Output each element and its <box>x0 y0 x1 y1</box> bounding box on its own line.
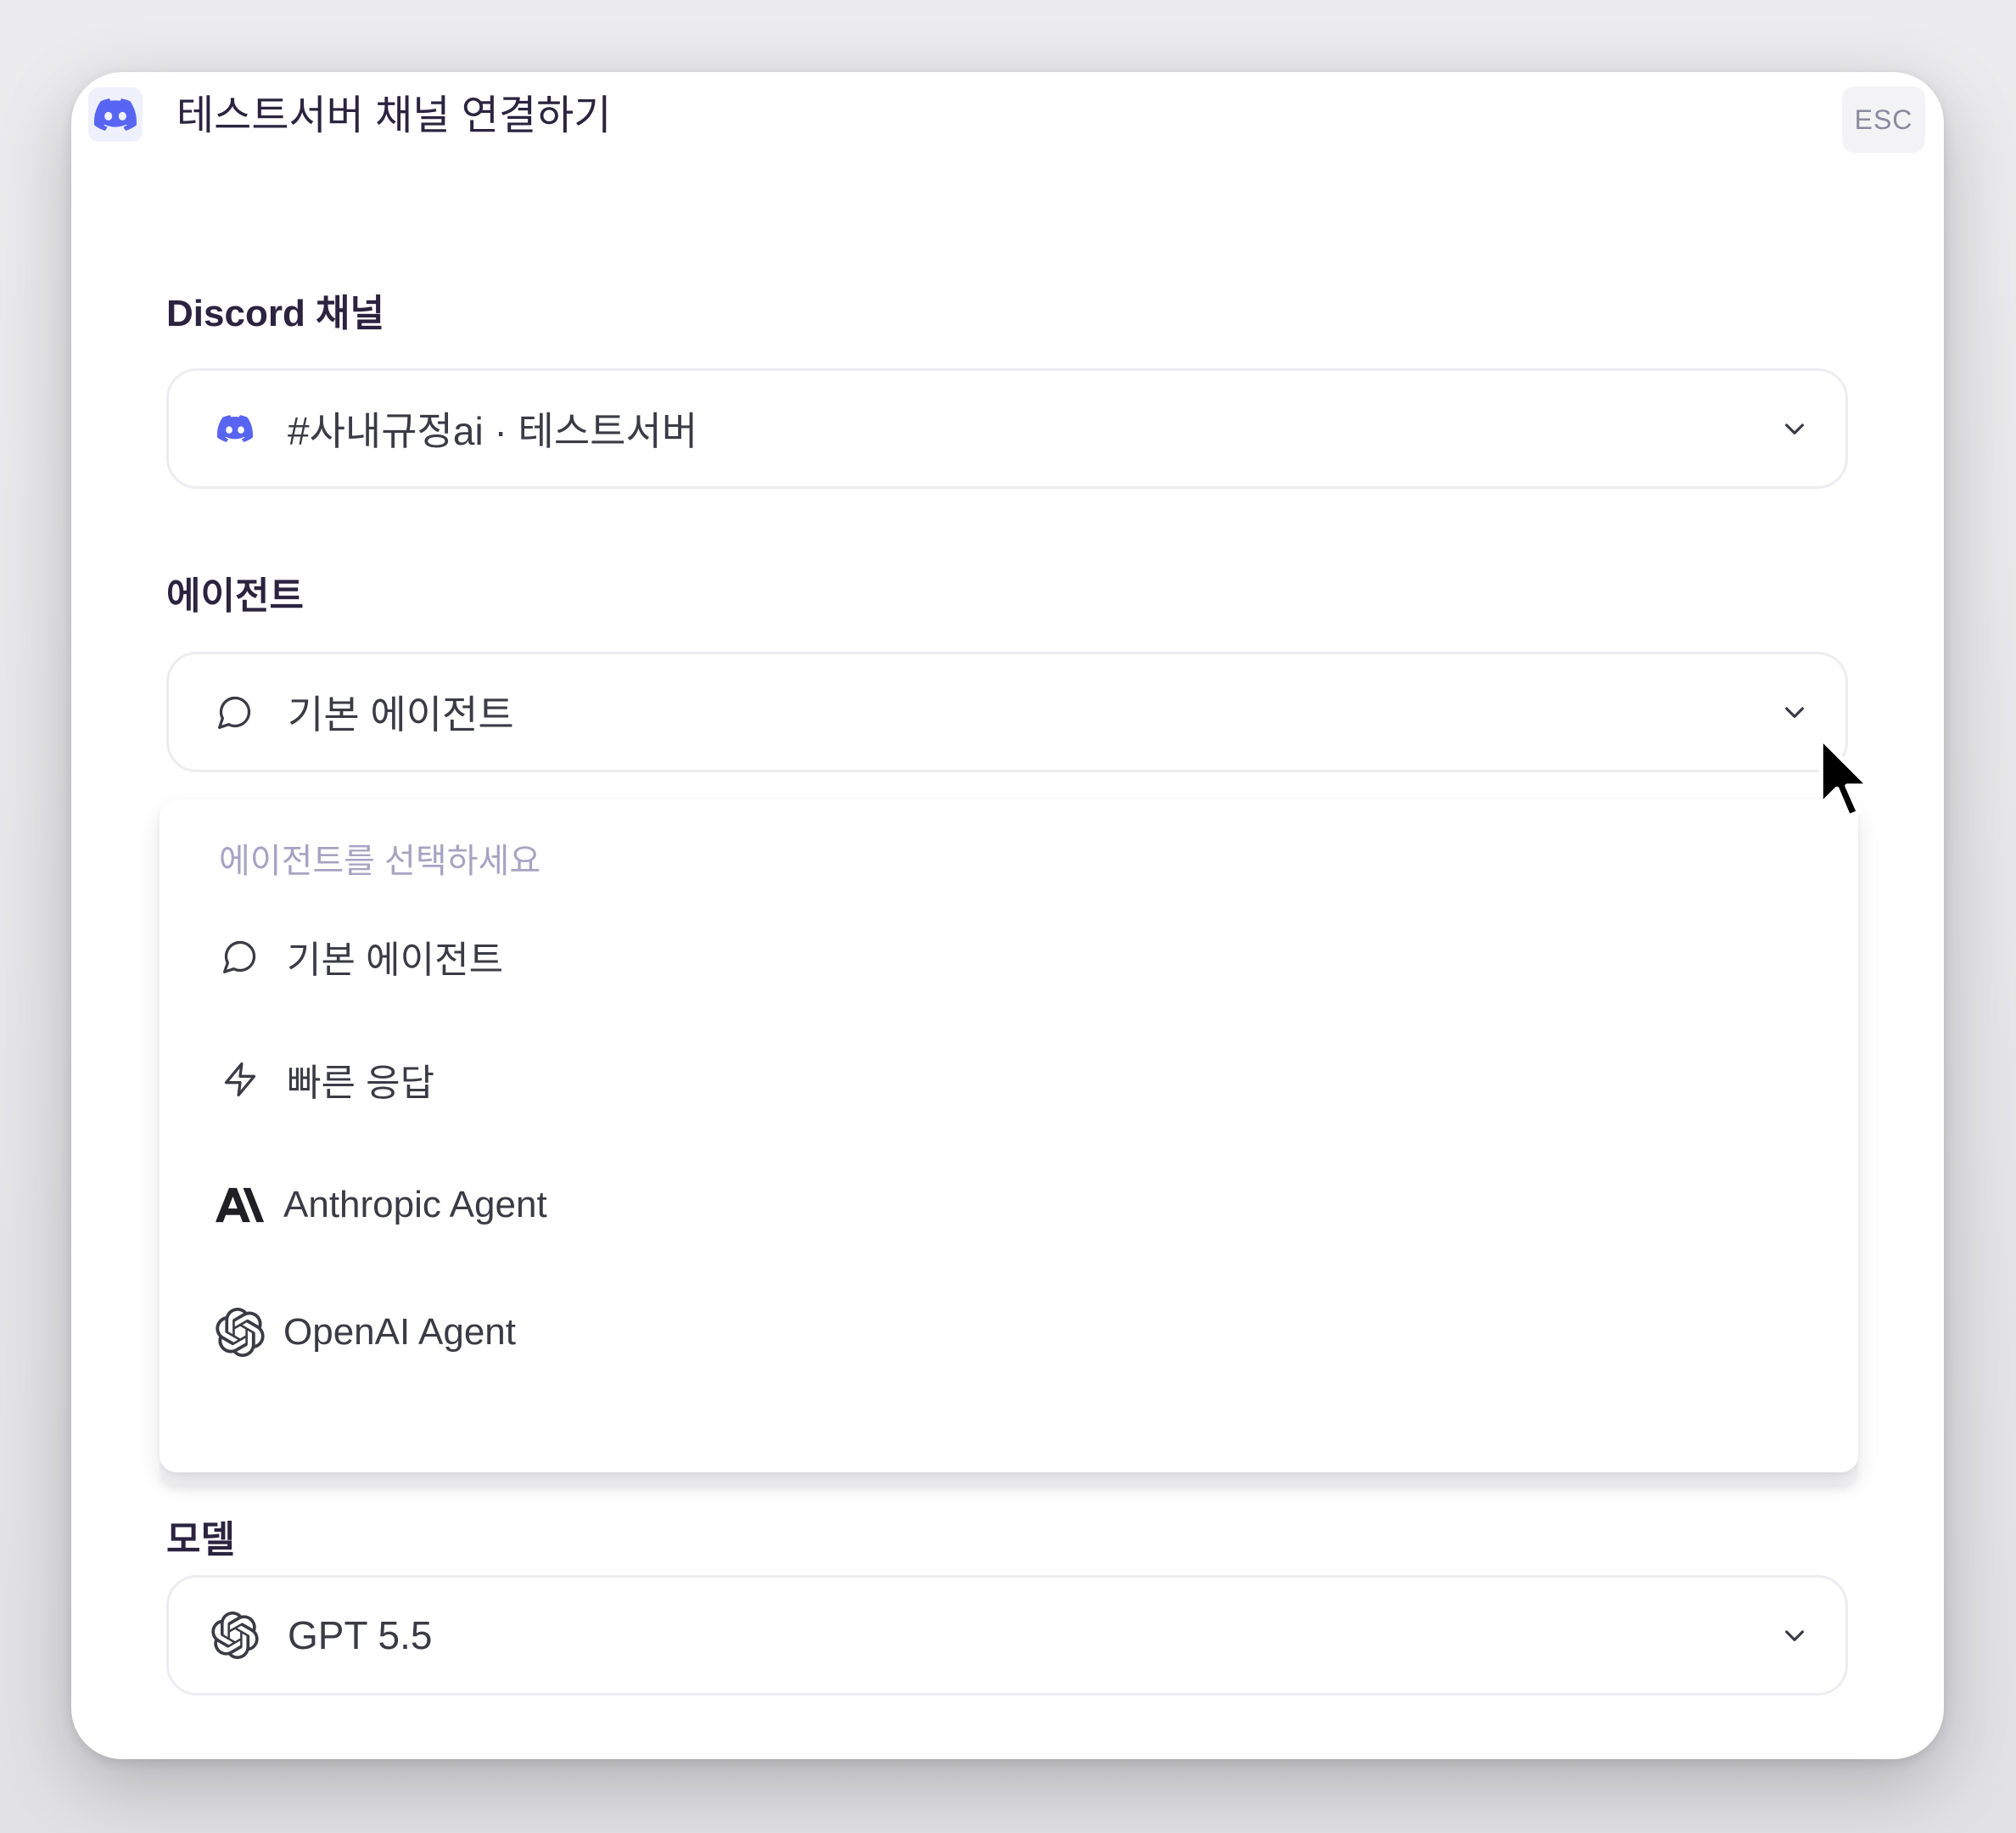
agent-value: 기본 에이전트 <box>288 692 514 737</box>
model-value: GPT 5.5 <box>288 1613 433 1657</box>
modal-title: 테스트서버 채널 연결하기 <box>176 93 612 138</box>
mouse-cursor-icon <box>1818 735 1872 819</box>
option-label: 기본 에이전트 <box>287 939 504 981</box>
model-select[interactable]: GPT 5.5 <box>166 1575 1848 1696</box>
dropdown-placeholder: 에이전트를 선택하세요 <box>219 843 541 880</box>
chevron-down-icon <box>1778 695 1812 729</box>
agent-label: 에이전트 <box>166 575 304 617</box>
agent-dropdown-menu: 에이전트를 선택하세요 기본 에이전트 빠른 응답 Anthropic Agen… <box>160 799 1858 1472</box>
agent-select[interactable]: 기본 에이전트 <box>166 652 1848 772</box>
agent-option-default[interactable]: 기본 에이전트 <box>210 914 1806 999</box>
discord-icon <box>88 87 143 142</box>
model-label: 모델 <box>166 1519 235 1561</box>
chevron-down-icon <box>1778 412 1812 446</box>
agent-option-anthropic[interactable]: Anthropic Agent <box>210 1163 1806 1247</box>
chat-bubble-icon <box>211 688 259 736</box>
connect-channel-modal: 테스트서버 채널 연결하기 ESC Discord 채널 #사내규정ai · 테… <box>71 72 1944 1759</box>
anthropic-logo-icon <box>210 1175 270 1235</box>
discord-channel-value: #사내규정ai · 테스트서버 <box>288 409 698 453</box>
discord-icon <box>211 405 259 452</box>
agent-option-openai[interactable]: OpenAI Agent <box>210 1290 1806 1375</box>
option-label: Anthropic Agent <box>283 1184 547 1225</box>
lightning-icon <box>210 1050 270 1109</box>
option-label: 빠른 응답 <box>287 1062 435 1104</box>
openai-logo-icon <box>210 1303 270 1362</box>
option-label: OpenAI Agent <box>283 1311 516 1353</box>
chat-bubble-icon <box>210 927 270 986</box>
chevron-down-icon <box>1778 1618 1812 1652</box>
discord-channel-select[interactable]: #사내규정ai · 테스트서버 <box>166 368 1848 489</box>
openai-logo-icon <box>211 1612 259 1660</box>
esc-button[interactable]: ESC <box>1842 87 1925 153</box>
agent-option-fast[interactable]: 빠른 응답 <box>210 1037 1806 1122</box>
discord-channel-label: Discord 채널 <box>166 293 385 334</box>
